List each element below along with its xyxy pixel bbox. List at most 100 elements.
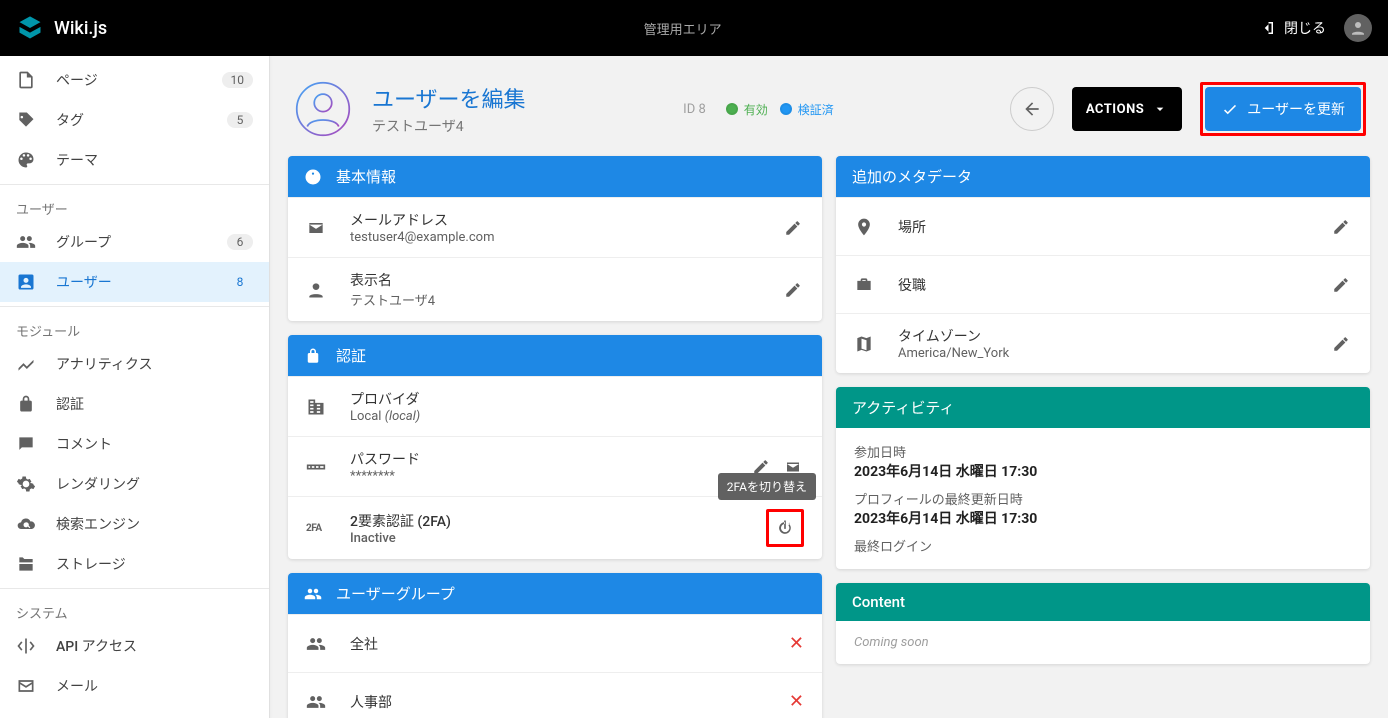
cloud-search-icon (16, 514, 40, 534)
joined-value: 2023年6月14日 水曜日 17:30 (854, 461, 1352, 481)
update-user-button[interactable]: ユーザーを更新 (1205, 87, 1361, 131)
sidebar-section-modules: モジュール (0, 311, 269, 344)
sidebar-item-comments[interactable]: コメント (0, 424, 269, 464)
email-row: メールアドレスtestuser4@example.com (288, 197, 822, 257)
page-subtitle: テストユーザ4 (372, 116, 526, 136)
groups-icon (304, 585, 324, 603)
user-avatar-menu[interactable] (1344, 14, 1372, 42)
password-icon (306, 457, 332, 477)
coming-soon-label: Coming soon (854, 635, 1352, 650)
briefcase-icon (854, 275, 880, 295)
edit-timezone-button[interactable] (1330, 333, 1352, 355)
check-icon (1221, 100, 1239, 118)
sidebar-item-users[interactable]: ユーザー 8 (0, 262, 269, 302)
page-icon (16, 70, 40, 90)
groups-icon (306, 692, 332, 712)
blue-dot-icon (780, 103, 792, 115)
page-area-label: 管理用エリア (107, 19, 1258, 38)
arrow-left-icon (1022, 99, 1042, 119)
sidebar-item-api[interactable]: API アクセス (0, 626, 269, 666)
edit-location-button[interactable] (1330, 216, 1352, 238)
sidebar-item-mail[interactable]: メール (0, 666, 269, 706)
user-id-label: ID 8 (683, 102, 706, 117)
remove-group-button[interactable]: ✕ (789, 691, 804, 712)
api-icon (16, 636, 40, 656)
edit-email-button[interactable] (782, 217, 804, 239)
page-header: ユーザーを編集 テストユーザ4 ID 8 有効 検証済 ACTIONS ユーザー… (282, 56, 1376, 156)
displayname-row: 表示名テストユーザ4 (288, 257, 822, 321)
divider (0, 588, 269, 589)
update-highlight: ユーザーを更新 (1200, 82, 1366, 136)
lock-icon (16, 394, 40, 414)
sidebar-item-theme[interactable]: テーマ (0, 140, 269, 180)
edit-job-button[interactable] (1330, 274, 1352, 296)
sidebar-item-rendering[interactable]: レンダリング (0, 464, 269, 504)
logo-text: Wiki.js (54, 18, 107, 39)
basic-info-header: 基本情報 (288, 156, 822, 197)
groups-card: ユーザーグループ 全社 ✕ 人事部 ✕ (288, 573, 822, 718)
metadata-header: 追加のメタデータ (836, 156, 1370, 197)
remove-group-button[interactable]: ✕ (789, 633, 804, 654)
logo[interactable]: Wiki.js (16, 14, 107, 42)
back-button[interactable] (1010, 87, 1054, 131)
sidebar-item-analytics[interactable]: アナリティクス (0, 344, 269, 384)
pencil-icon (784, 281, 802, 299)
content-area: ユーザーを編集 テストユーザ4 ID 8 有効 検証済 ACTIONS ユーザー… (270, 56, 1388, 718)
account-icon (1349, 19, 1367, 37)
metadata-card: 追加のメタデータ 場所 役職 タイムゾーンAmerica/New_York (836, 156, 1370, 373)
map-icon (854, 334, 880, 354)
joined-label: 参加日時 (854, 442, 1352, 461)
mail-icon (16, 676, 40, 696)
info-icon (304, 168, 324, 186)
cogs-icon (16, 474, 40, 494)
close-label: 閉じる (1284, 18, 1326, 38)
tfa-tooltip: 2FAを切り替え (718, 473, 816, 500)
2fa-icon: 2FA (306, 523, 332, 534)
profile-updated-value: 2023年6月14日 水曜日 17:30 (854, 508, 1352, 528)
comment-icon (16, 434, 40, 454)
pencil-icon (1332, 276, 1350, 294)
group-row: 人事部 ✕ (288, 672, 822, 718)
pencil-icon (1332, 335, 1350, 353)
content-header: Content (836, 583, 1370, 621)
page-title: ユーザーを編集 (372, 82, 526, 114)
groups-icon (16, 232, 40, 252)
activity-header: アクティビティ (836, 387, 1370, 428)
edit-name-button[interactable] (782, 279, 804, 301)
person-icon (16, 272, 40, 292)
basic-info-card: 基本情報 メールアドレスtestuser4@example.com 表示名テスト… (288, 156, 822, 321)
last-login-label: 最終ログイン (854, 536, 1352, 555)
sidebar-item-tags[interactable]: タグ 5 (0, 100, 269, 140)
profile-updated-label: プロフィールの最終更新日時 (854, 489, 1352, 508)
sidebar-item-storage[interactable]: ストレージ (0, 544, 269, 584)
exit-icon (1258, 19, 1276, 37)
divider (0, 306, 269, 307)
timezone-row: タイムゾーンAmerica/New_York (836, 313, 1370, 373)
sidebar-item-pages[interactable]: ページ 10 (0, 60, 269, 100)
auth-card: 認証 プロバイダLocal (local) パスワード******** (288, 335, 822, 559)
domain-icon (306, 397, 332, 417)
storage-icon (16, 554, 40, 574)
location-row: 場所 (836, 197, 1370, 255)
sidebar-item-search[interactable]: 検索エンジン (0, 504, 269, 544)
sidebar-item-auth[interactable]: 認証 (0, 384, 269, 424)
admin-sidebar: ページ 10 タグ 5 テーマ ユーザー グループ 6 ユーザー 8 モジュール… (0, 56, 270, 718)
status-row: ID 8 有効 検証済 (683, 101, 834, 118)
groups-header: ユーザーグループ (288, 573, 822, 614)
close-button[interactable]: 閉じる (1258, 18, 1326, 38)
palette-icon (16, 150, 40, 170)
person-icon (306, 280, 332, 300)
sidebar-item-groups[interactable]: グループ 6 (0, 222, 269, 262)
power-icon (775, 518, 795, 538)
provider-row: プロバイダLocal (local) (288, 376, 822, 436)
status-active: 有効 (726, 101, 768, 118)
chevron-down-icon (1152, 101, 1168, 117)
tfa-toggle-button[interactable] (775, 518, 795, 538)
topbar: Wiki.js 管理用エリア 閉じる (0, 0, 1388, 56)
user-avatar-icon (292, 78, 354, 140)
activity-card: アクティビティ 参加日時 2023年6月14日 水曜日 17:30 プロフィール… (836, 387, 1370, 569)
group-row: 全社 ✕ (288, 614, 822, 672)
groups-icon (306, 634, 332, 654)
tag-icon (16, 110, 40, 130)
actions-button[interactable]: ACTIONS (1072, 87, 1182, 131)
